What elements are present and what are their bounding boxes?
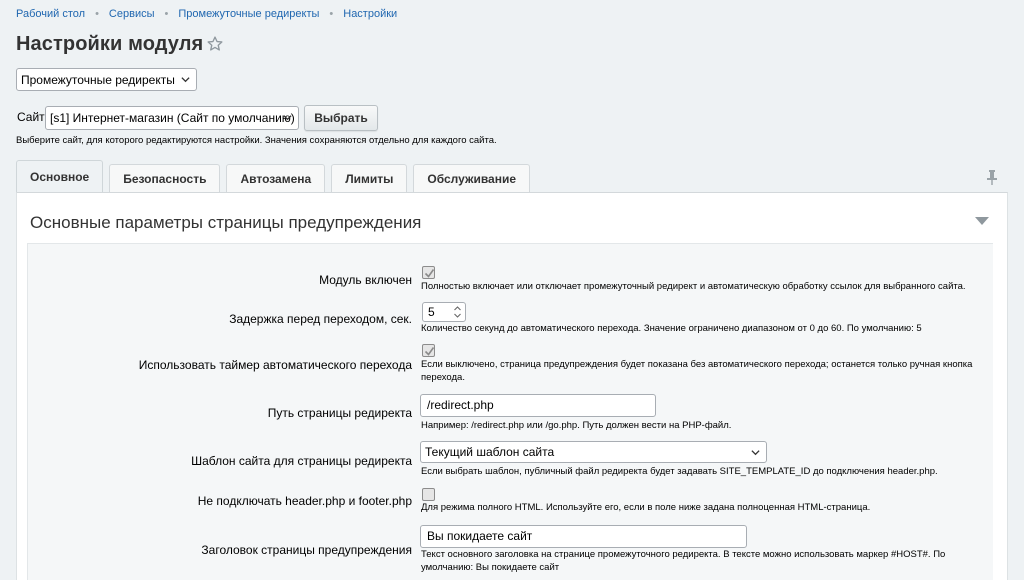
template-label: Шаблон сайта для страницы редиректа	[191, 454, 412, 468]
chevron-down-icon	[181, 77, 190, 83]
tab-autoreplace[interactable]: Автозамена	[226, 164, 326, 193]
site-select[interactable]: [s1] Интернет-магазин (Сайт по умолчанию…	[45, 106, 299, 130]
breadcrumb-services[interactable]: Сервисы	[109, 8, 155, 20]
module-select-value: Промежуточные редиректы	[21, 73, 175, 87]
breadcrumb-separator: •	[95, 8, 99, 20]
delay-label: Задержка перед переходом, сек.	[229, 312, 412, 326]
stepper-arrows-icon[interactable]	[453, 305, 462, 319]
use-timer-label: Использовать таймер автоматического пере…	[138, 358, 412, 372]
delay-stepper[interactable]: 5	[422, 302, 466, 322]
chevron-down-icon	[751, 450, 760, 456]
no-header-checkbox[interactable]	[422, 488, 435, 501]
chevron-down-icon	[283, 115, 292, 121]
collapse-triangle-icon[interactable]	[975, 217, 989, 226]
settings-form: Модуль включен Полностью включает или от…	[27, 243, 993, 580]
tab-maintenance[interactable]: Обслуживание	[413, 164, 531, 193]
module-enabled-hint: Полностью включает или отключает промежу…	[421, 281, 966, 292]
breadcrumb: Рабочий стол • Сервисы • Промежуточные р…	[16, 7, 397, 21]
template-hint: Если выбрать шаблон, публичный файл реди…	[421, 466, 938, 477]
breadcrumb-redirects[interactable]: Промежуточные редиректы	[178, 8, 319, 20]
checkmark-icon	[424, 347, 435, 356]
use-timer-hint: Если выключено, страница предупреждения …	[421, 359, 973, 383]
warning-title-input[interactable]: Вы покидаете сайт	[420, 525, 747, 548]
site-hint: Выберите сайт, для которого редактируютс…	[16, 135, 497, 146]
breadcrumb-settings[interactable]: Настройки	[343, 8, 397, 20]
settings-panel: Основные параметры страницы предупрежден…	[16, 192, 1008, 580]
module-enabled-checkbox[interactable]	[422, 266, 435, 279]
warning-title-hint: Текст основного заголовка на странице пр…	[421, 549, 946, 573]
pin-icon[interactable]	[986, 169, 998, 185]
section-title: Основные параметры страницы предупрежден…	[30, 213, 422, 232]
module-enabled-label: Модуль включен	[319, 273, 412, 287]
redirect-path-input[interactable]: /redirect.php	[420, 394, 656, 417]
tab-bar: Основное Безопасность Автозамена Лимиты …	[16, 160, 536, 193]
no-header-hint: Для режима полного HTML. Используйте его…	[421, 502, 871, 513]
template-select-value: Текущий шаблон сайта	[425, 445, 555, 459]
redirect-path-label: Путь страницы редиректа	[267, 406, 412, 420]
redirect-path-hint: Например: /redirect.php или /go.php. Пут…	[421, 420, 732, 431]
warning-title-label: Заголовок страницы предупреждения	[201, 543, 412, 557]
choose-site-button[interactable]: Выбрать	[304, 105, 378, 131]
delay-value: 5	[428, 305, 435, 319]
module-select[interactable]: Промежуточные редиректы	[16, 68, 197, 91]
site-label: Сайт	[17, 110, 45, 124]
use-timer-checkbox[interactable]	[422, 344, 435, 357]
star-icon[interactable]	[206, 35, 224, 53]
template-select[interactable]: Текущий шаблон сайта	[420, 441, 767, 463]
site-select-value: [s1] Интернет-магазин (Сайт по умолчанию…	[50, 111, 295, 125]
tab-limits[interactable]: Лимиты	[331, 164, 408, 193]
checkmark-icon	[424, 269, 435, 278]
tab-security[interactable]: Безопасность	[109, 164, 221, 193]
breadcrumb-desktop[interactable]: Рабочий стол	[16, 8, 85, 20]
page-title: Настройки модуля	[16, 33, 204, 55]
breadcrumb-separator: •	[164, 8, 169, 20]
breadcrumb-separator: •	[329, 8, 334, 20]
tab-main[interactable]: Основное	[16, 160, 104, 193]
no-header-label: Не подключать header.php и footer.php	[197, 494, 412, 508]
delay-hint: Количество секунд до автоматического пер…	[421, 323, 922, 334]
